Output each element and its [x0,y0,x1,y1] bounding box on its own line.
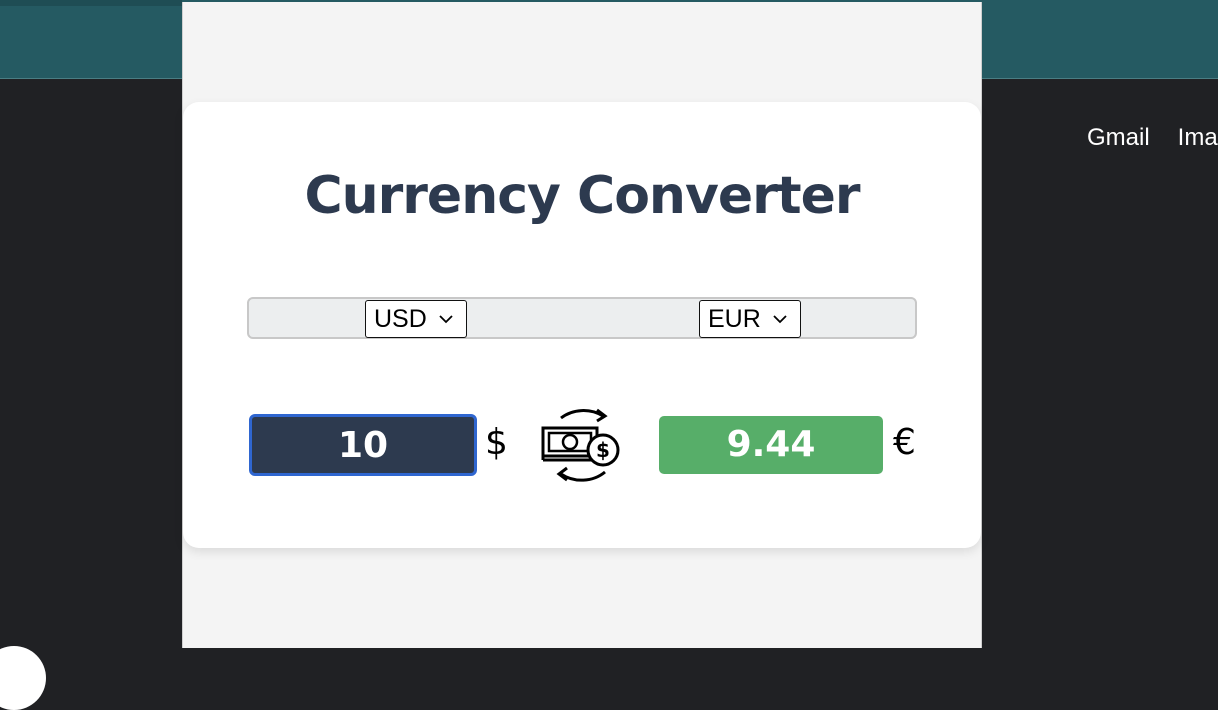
gmail-link[interactable]: Gmail [1087,124,1150,152]
to-currency-symbol: € [893,422,916,463]
background-header-strip [0,0,182,6]
converter-card: Currency Converter USD EUR $ [183,102,981,548]
svg-text:$: $ [596,438,610,462]
images-link[interactable]: Ima [1178,124,1218,152]
converted-result: 9.44 [659,416,883,474]
from-currency-symbol: $ [485,422,508,463]
extension-popup: Currency Converter USD EUR $ [182,2,982,648]
page-title: Currency Converter [304,166,860,226]
from-currency-select[interactable]: USD [365,300,467,338]
to-currency-select[interactable]: EUR [699,300,801,338]
background-top-links: Gmail Ima [1087,124,1218,152]
money-exchange-icon[interactable]: $ [539,404,625,486]
from-currency-value: USD [374,304,427,333]
chevron-down-icon [773,315,787,324]
chevron-down-icon [439,315,453,324]
background-avatar-fragment [0,646,46,710]
to-currency-value: EUR [708,304,761,333]
amount-input[interactable] [249,414,477,476]
currency-select-bar: USD EUR [247,297,917,339]
